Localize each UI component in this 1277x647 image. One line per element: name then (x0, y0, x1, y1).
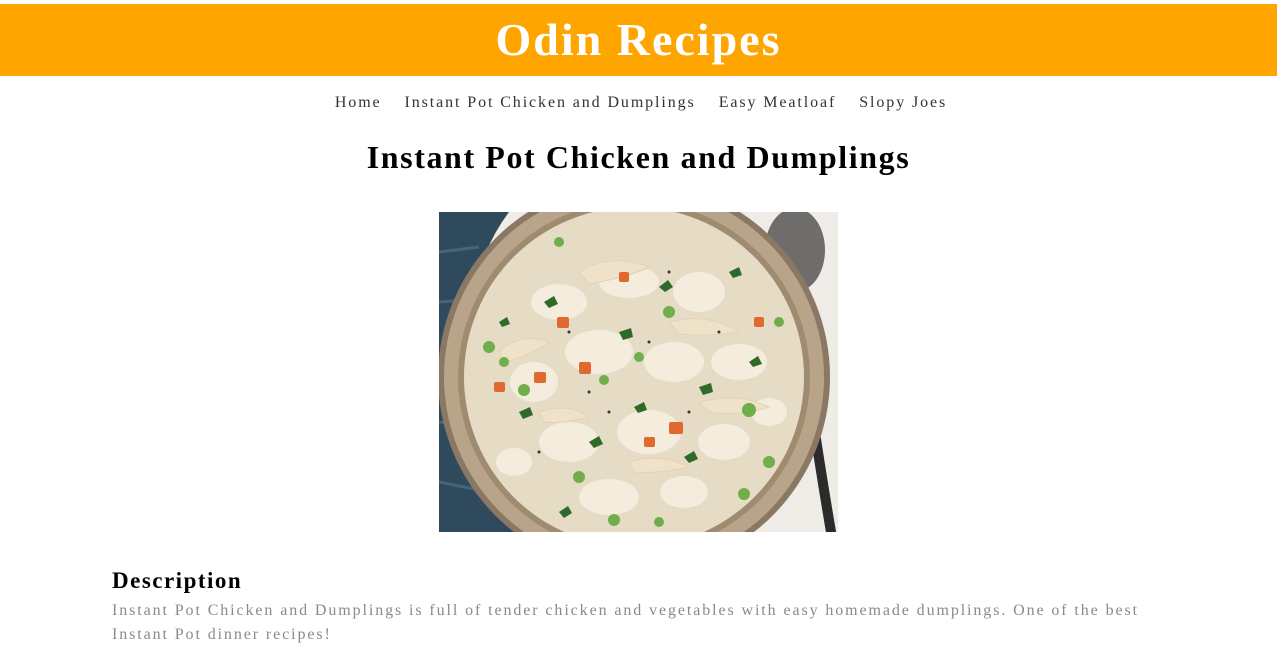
nav-link-home[interactable]: Home (335, 93, 382, 113)
nav-link-easy-meatloaf[interactable]: Easy Meatloaf (719, 93, 837, 113)
page-title: Instant Pot Chicken and Dumplings (366, 139, 911, 175)
main-nav: Home Instant Pot Chicken and Dumplings E… (0, 93, 1277, 113)
site-header: Odin Recipes (0, 4, 1277, 76)
site-title: Odin Recipes (495, 14, 782, 65)
nav-link-sloppy-joes[interactable]: Slopy Joes (859, 93, 947, 113)
chicken-dumplings-photo (439, 212, 838, 532)
nav-link-chicken-dumplings[interactable]: Instant Pot Chicken and Dumplings (405, 93, 696, 113)
recipe-image (439, 212, 838, 532)
description-heading: Description (112, 568, 243, 593)
